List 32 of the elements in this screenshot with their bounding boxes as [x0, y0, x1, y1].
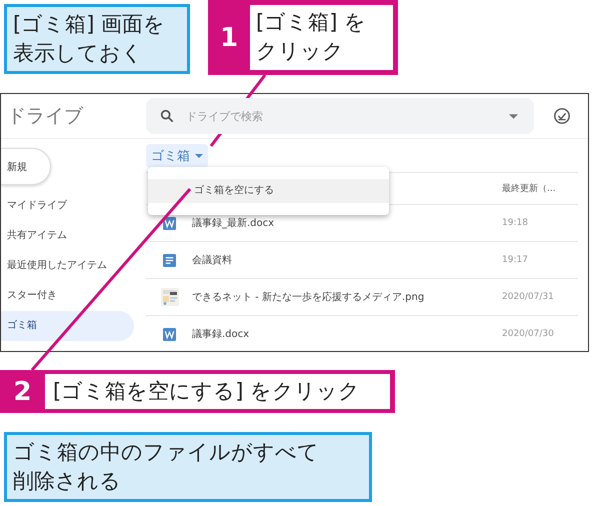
breadcrumb-button[interactable]: ゴミ箱 [146, 144, 208, 168]
word-file-icon [163, 216, 176, 230]
sidebar-item[interactable]: ゴミ箱 [1, 311, 134, 341]
instruction-note: [ゴミ箱] 画面を 表示しておく [4, 4, 190, 74]
column-header[interactable]: 最終更新（... [502, 182, 560, 195]
sidebar-item[interactable]: マイドライブ [1, 191, 134, 221]
caret-icon [195, 154, 203, 158]
search-icon [160, 109, 174, 123]
step-instruction: [ゴミ箱] を クリック [250, 5, 393, 70]
sidebar-item[interactable]: 共有アイテム [1, 221, 134, 251]
step-instruction: [ゴミ箱を空にする] をクリック [45, 374, 390, 409]
result-note: ゴミ箱の中のファイルがすべて 削除される [4, 432, 372, 502]
modified-time: 19:18 [502, 218, 529, 228]
new-button[interactable]: 新規 [1, 148, 51, 185]
modified-time: 19:17 [502, 255, 529, 265]
sidebar-item[interactable]: スター付き [1, 281, 134, 311]
modified-time: 2020/07/30 [502, 329, 555, 339]
step-number: 1 [218, 22, 240, 52]
word-file-icon [163, 328, 176, 340]
file-name[interactable]: できるネット - 新たな一歩を応援するメディア.png [192, 290, 502, 304]
modified-time: 2020/07/31 [502, 292, 555, 302]
document-icon [163, 254, 176, 266]
check-circle-icon[interactable] [553, 107, 571, 125]
sidebar-item[interactable]: 最近使用したアイテム [1, 251, 134, 281]
search-field[interactable]: ドライブで検索 [146, 98, 534, 134]
caret-icon [509, 114, 518, 119]
file-name[interactable]: 議事録_最新.docx [192, 216, 502, 230]
file-name[interactable]: 会議資料 [192, 253, 502, 267]
step-number: 2 [12, 376, 33, 406]
menu-item[interactable]: ゴミ箱を空にする [148, 179, 389, 203]
drive-logo: ドライブ [6, 104, 84, 129]
file-name[interactable]: 議事録.docx [192, 327, 502, 341]
